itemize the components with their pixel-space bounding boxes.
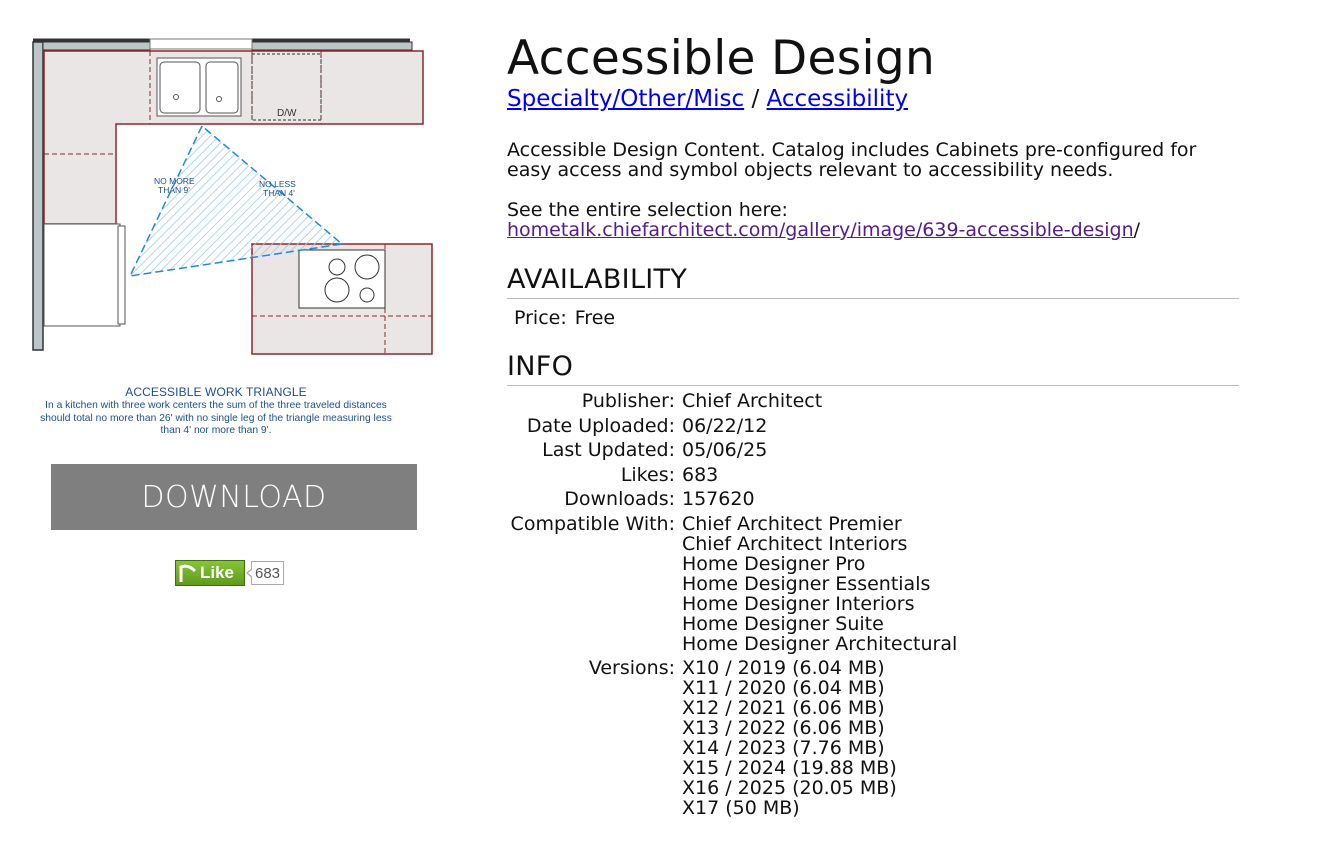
version-item: X12 / 2021 (6.06 MB) <box>682 697 885 719</box>
sink-bowl <box>159 61 201 114</box>
info-value: 157620 <box>682 488 755 510</box>
like-count: 683 <box>245 561 285 585</box>
compatible-item: Chief Architect Premier <box>682 512 902 535</box>
info-row-versions: Versions: X10 / 2019 (6.04 MB) X11 / 202… <box>507 658 957 823</box>
version-item: X15 / 2024 (19.88 MB) <box>682 757 897 779</box>
gallery-link-line: See the entire selection here: hometalk.… <box>507 200 1239 240</box>
compatible-item: Home Designer Architectural <box>682 632 958 655</box>
caption-title: ACCESSIBLE WORK TRIANGLE <box>125 385 307 399</box>
info-label: Publisher: <box>581 390 675 412</box>
compatible-item: Home Designer Suite <box>682 612 884 635</box>
info-table: Publisher: Chief Architect Date Uploaded… <box>507 391 958 823</box>
info-value: 05/06/25 <box>682 439 768 461</box>
like-label: Like <box>200 563 235 582</box>
breadcrumb-link-subcategory[interactable]: Accessibility <box>767 86 909 112</box>
version-item: X17 (50 MB) <box>682 797 800 819</box>
compatible-list: Chief Architect Premier Chief Architect … <box>682 514 957 659</box>
wall <box>42 41 151 51</box>
info-row-compatible: Compatible With: Chief Architect Premier… <box>507 512 958 659</box>
info-row-likes: Likes: 683 <box>507 465 957 490</box>
version-item: X10 / 2019 (6.04 MB) <box>682 657 885 679</box>
breadcrumb-separator: / <box>751 86 760 112</box>
info-label: Last Updated: <box>542 439 675 461</box>
availability-heading: AVAILABILITY <box>507 264 1239 299</box>
info-label: Compatible With: <box>510 512 675 535</box>
download-button[interactable]: DOWNLOAD <box>51 464 417 530</box>
wall <box>32 41 44 351</box>
price-row: Price: Free <box>507 307 1239 329</box>
product-details: Accessible Design Specialty/Other/Misc /… <box>507 30 1239 823</box>
gallery-link[interactable]: hometalk.chiefarchitect.com/gallery/imag… <box>507 219 1134 241</box>
price-value: Free <box>574 307 616 329</box>
info-section: INFO Publisher: Chief Architect Date Upl… <box>507 351 1239 823</box>
like-button[interactable]: Like <box>175 560 245 586</box>
info-value: Chief Architect <box>682 390 823 412</box>
info-row-last-updated: Last Updated: 05/06/25 <box>507 440 957 465</box>
breadcrumb: Specialty/Other/Misc / Accessibility <box>507 86 1239 112</box>
versions-list: X10 / 2019 (6.04 MB) X11 / 2020 (6.04 MB… <box>682 658 957 823</box>
version-item: X11 / 2020 (6.04 MB) <box>682 677 885 699</box>
compatible-item: Home Designer Interiors <box>682 592 915 615</box>
gallery-link-prefix: See the entire selection here: <box>507 199 788 221</box>
info-label: Versions: <box>588 657 675 679</box>
page-title: Accessible Design <box>507 31 936 86</box>
svg-text:THAN 9': THAN 9' <box>158 185 190 195</box>
version-item: X16 / 2025 (20.05 MB) <box>682 777 897 799</box>
gallery-link-suffix: / <box>1133 219 1141 241</box>
info-label: Downloads: <box>564 488 675 510</box>
refrigerator <box>43 223 121 327</box>
price-label: Price: <box>514 307 567 329</box>
info-row-publisher: Publisher: Chief Architect <box>507 391 957 416</box>
version-item: X13 / 2022 (6.06 MB) <box>682 717 885 739</box>
product-description: Accessible Design Content. Catalog inclu… <box>507 139 1197 181</box>
info-label: Likes: <box>620 463 675 486</box>
availability-section: AVAILABILITY Price: Free <box>507 264 1239 329</box>
chief-logo-icon <box>179 564 197 582</box>
info-value: 06/22/12 <box>682 414 768 437</box>
window <box>149 38 253 50</box>
info-label: Date Uploaded: <box>526 414 675 437</box>
compatible-item: Chief Architect Interiors <box>682 532 908 555</box>
dishwasher-label: D/W <box>277 108 297 119</box>
compatible-item: Home Designer Pro <box>682 552 866 575</box>
info-value: 683 <box>682 463 719 486</box>
info-row-date-uploaded: Date Uploaded: 06/22/12 <box>507 416 957 441</box>
wall <box>251 41 413 51</box>
like-widget: Like 683 <box>175 560 285 586</box>
compatible-item: Home Designer Essentials <box>682 572 931 595</box>
breadcrumb-link-category[interactable]: Specialty/Other/Misc <box>507 86 744 112</box>
kitchen-floorplan-image: D/W NO MORE THAN 9' NO LESS THAN 4' <box>32 38 433 355</box>
svg-text:THAN 4': THAN 4' <box>263 188 295 198</box>
sink-bowl <box>205 61 239 114</box>
info-row-downloads: Downloads: 157620 <box>507 489 957 514</box>
caption-text: In a kitchen with three work centers the… <box>40 400 392 437</box>
version-item: X14 / 2023 (7.76 MB) <box>682 737 885 759</box>
info-heading: INFO <box>507 351 1239 386</box>
image-caption: ACCESSIBLE WORK TRIANGLE In a kitchen wi… <box>30 385 402 438</box>
